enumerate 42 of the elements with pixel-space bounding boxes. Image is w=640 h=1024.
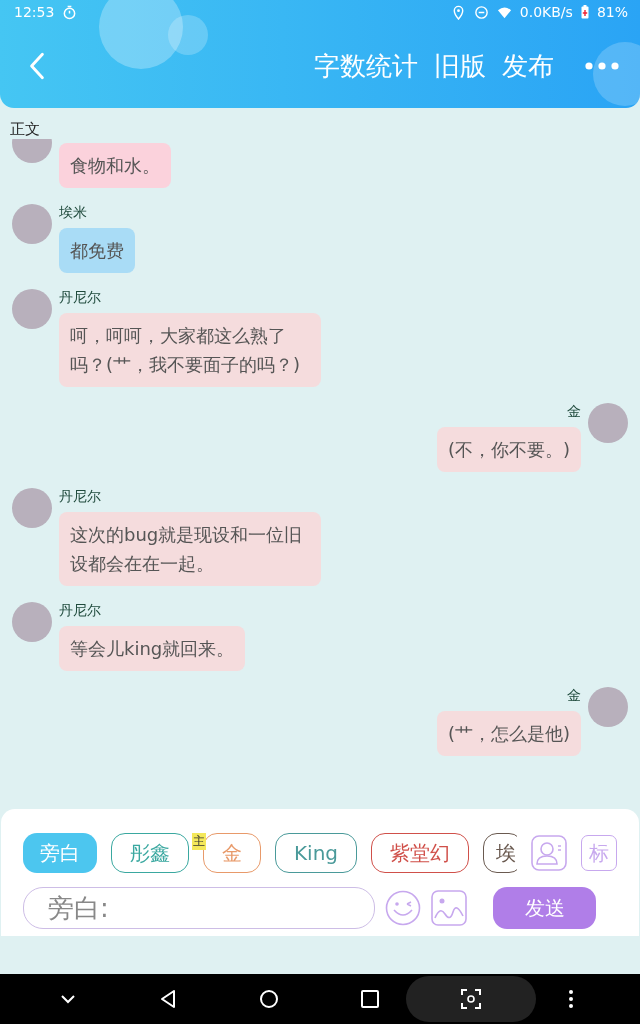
section-label: 正文 (9, 119, 41, 139)
avatar-icon (588, 687, 628, 727)
role-badge: 主 (192, 833, 206, 850)
clock: 12:53 (14, 4, 55, 20)
recents-icon[interactable] (360, 989, 380, 1009)
avatar-icon (12, 602, 52, 642)
sender-name: 丹尼尔 (59, 289, 102, 307)
input-field[interactable]: 旁白: (23, 887, 375, 929)
network-speed: 0.0KB/s (519, 4, 573, 20)
message-bubble: (不，你不要。) (436, 427, 581, 472)
message-bubble: (艹，怎么是他) (436, 711, 581, 756)
screenshot-icon[interactable] (461, 989, 481, 1009)
avatar-icon (12, 488, 52, 528)
message-bubble: 等会儿king就回来。 (59, 626, 246, 671)
send-button[interactable]: 发送 (493, 887, 596, 929)
battery-icon (580, 5, 589, 19)
header-action[interactable]: 字数统计 (314, 48, 418, 84)
avatar-icon (12, 289, 52, 329)
message-bubble: 都免费 (59, 228, 135, 273)
sender-name: 金 (567, 403, 581, 421)
header-action[interactable]: 发布 (502, 48, 554, 84)
message-bubble: 呵，呵呵，大家都这么熟了吗？(艹，我不要面子的吗？) (59, 313, 321, 387)
timer-icon (62, 4, 78, 20)
avatar-icon (12, 204, 52, 244)
avatar-icon (588, 403, 628, 443)
character-chip[interactable]: 紫堂幻 (371, 833, 470, 873)
mark-button[interactable]: 标 (581, 835, 617, 871)
do-not-disturb-icon (473, 4, 489, 20)
character-chip[interactable]: King (275, 833, 358, 873)
battery-level: 81% (596, 4, 628, 20)
message-bubble: 食物和水。 (59, 143, 171, 188)
sender-name: 埃米 (59, 204, 88, 222)
home-icon[interactable] (259, 989, 279, 1009)
sender-name: 丹尼尔 (59, 488, 102, 506)
more-icon[interactable] (568, 989, 574, 1009)
sender-name: 丹尼尔 (59, 602, 102, 620)
sender-name: 金 (567, 687, 581, 705)
header-action[interactable]: 旧版 (434, 48, 486, 84)
message-bubble: 这次的bug就是现设和一位旧设都会在在一起。 (59, 512, 321, 586)
character-chip[interactable]: 埃 (483, 833, 517, 873)
character-chip[interactable]: 彤鑫 (111, 833, 189, 873)
character-chip[interactable]: 旁白 (23, 833, 97, 873)
